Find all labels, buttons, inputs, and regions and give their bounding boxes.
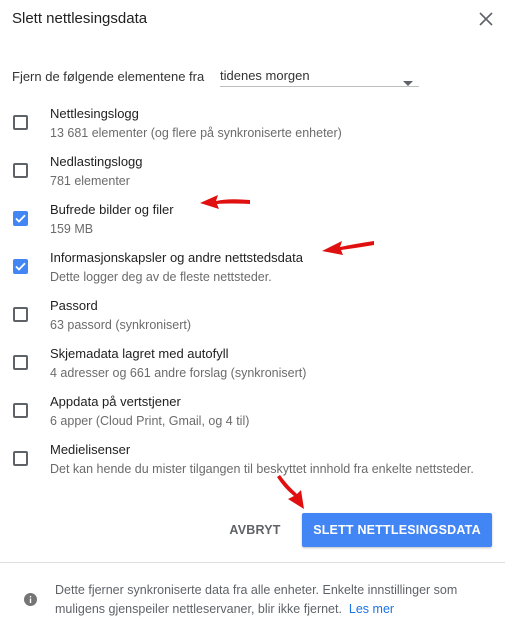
option-label: Bufrede bilder og filer [50,202,174,217]
checkbox-passwords[interactable] [13,307,28,322]
option-label: Passord [50,298,98,313]
chevron-down-icon [403,73,413,91]
option-detail: 6 apper (Cloud Print, Gmail, og 4 til) [50,414,250,428]
option-autofill[interactable]: Skjemadata lagret med autofyll 4 adresse… [0,342,505,386]
option-passwords[interactable]: Passord 63 passord (synkronisert) [0,294,505,338]
option-label: Skjemadata lagret med autofyll [50,346,229,361]
time-range-label: Fjern de følgende elementene fra [12,69,205,84]
option-detail: Det kan hende du mister tilgangen til be… [50,462,474,476]
option-download-history[interactable]: Nedlastingslogg 781 elementer [0,150,505,194]
info-icon [24,593,37,611]
option-detail: Dette logger deg av de fleste nettsteder… [50,270,272,284]
cancel-button[interactable]: AVBRYT [220,513,290,547]
option-detail: 159 MB [50,222,94,236]
checkbox-download-history[interactable] [13,163,28,178]
option-detail: 781 elementer [50,174,130,188]
option-label: Nettlesingslogg [50,106,139,121]
clear-data-button[interactable]: SLETT NETTLESINGSDATA [302,513,492,547]
clear-browsing-data-dialog: Slett nettlesingsdata Fjern de følgende … [0,0,505,629]
checkbox-browsing-history[interactable] [13,115,28,130]
dialog-title: Slett nettlesingsdata [12,10,148,27]
sync-info-footer: Dette fjerner synkroniserte data fra all… [0,562,505,629]
option-detail: 13 681 elementer (og flere på synkronise… [50,126,342,140]
option-cookies[interactable]: Informasjonskapsler og andre nettstedsda… [0,246,505,290]
option-label: Nedlastingslogg [50,154,143,169]
option-hosted-app-data[interactable]: Appdata på vertstjener 6 apper (Cloud Pr… [0,390,505,434]
time-range-value: tidenes morgen [220,68,310,83]
option-detail: 4 adresser og 661 andre forslag (synkron… [50,366,307,380]
checkbox-hosted-app-data[interactable] [13,403,28,418]
option-cached-images[interactable]: Bufrede bilder og filer 159 MB [0,198,505,242]
checkbox-cached-images[interactable] [13,211,28,226]
option-browsing-history[interactable]: Nettlesingslogg 13 681 elementer (og fle… [0,102,505,146]
checkbox-media-licenses[interactable] [13,451,28,466]
footer-message: Dette fjerner synkroniserte data fra all… [55,583,458,616]
time-range-select[interactable]: tidenes morgen [220,64,419,87]
checkbox-cookies[interactable] [13,259,28,274]
learn-more-link[interactable]: Les mer [349,602,394,616]
option-label: Informasjonskapsler og andre nettstedsda… [50,250,303,265]
close-icon[interactable] [476,9,496,29]
checkbox-autofill[interactable] [13,355,28,370]
option-label: Appdata på vertstjener [50,394,181,409]
option-media-licenses[interactable]: Medielisenser Det kan hende du mister ti… [0,438,505,482]
option-label: Medielisenser [50,442,131,457]
option-detail: 63 passord (synkronisert) [50,318,192,332]
footer-text: Dette fjerner synkroniserte data fra all… [55,581,485,619]
